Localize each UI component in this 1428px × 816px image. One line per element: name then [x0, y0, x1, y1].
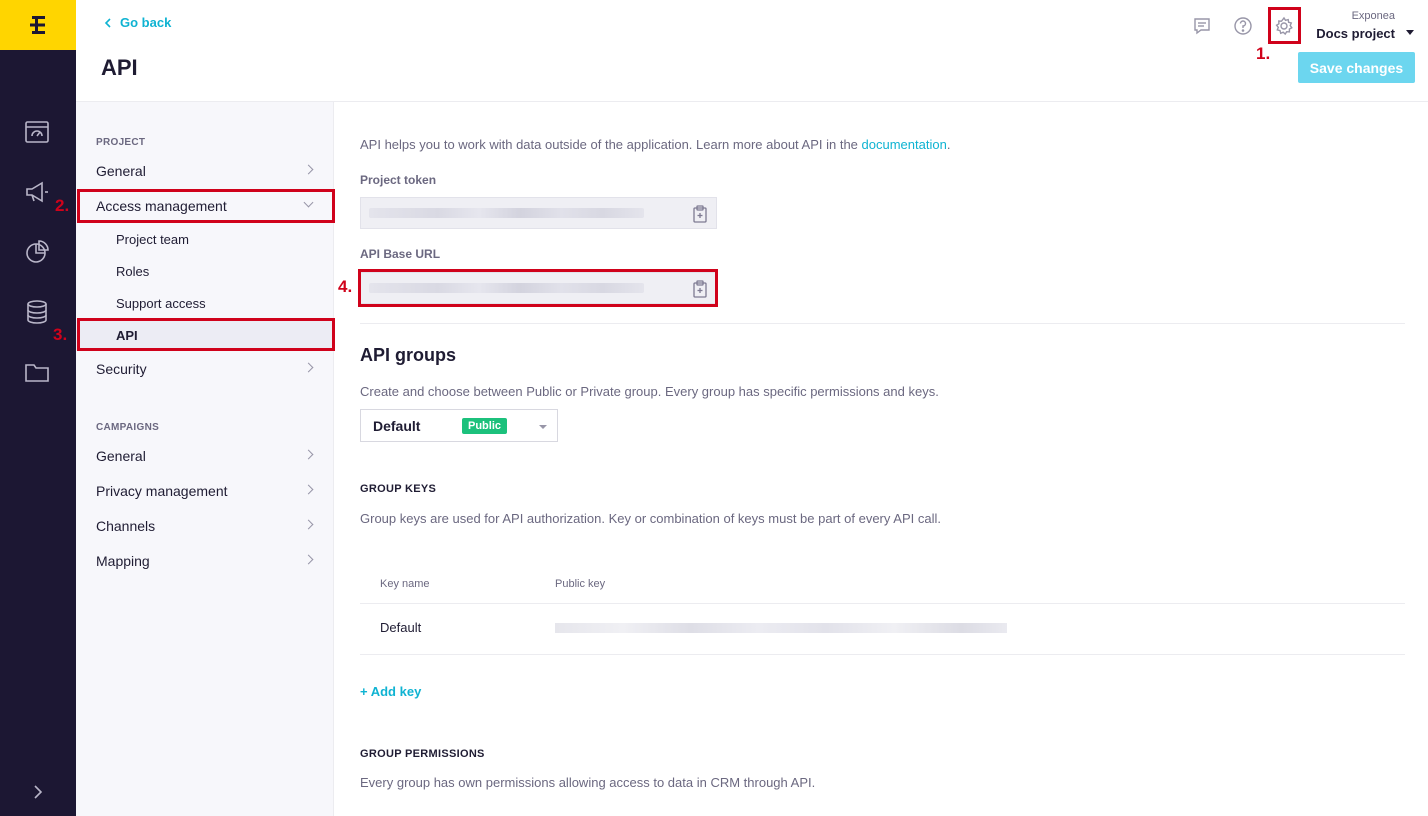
- marker-label-2: 2.: [55, 196, 70, 215]
- go-back-link[interactable]: Go back: [104, 15, 171, 30]
- chevron-right-icon: [303, 519, 314, 530]
- sidebar-item-label: Mapping: [96, 553, 150, 569]
- logo-icon: [30, 16, 45, 34]
- expand-rail-icon[interactable]: [28, 782, 48, 802]
- project-token-field[interactable]: [360, 197, 717, 229]
- sidebar-item-api[interactable]: API: [76, 320, 334, 350]
- col-header-public-key: Public key: [555, 578, 606, 590]
- intro-end: .: [946, 137, 951, 152]
- caret-down-icon[interactable]: [1406, 30, 1414, 35]
- group-keys-desc: Group keys are used for API authorizatio…: [360, 511, 941, 526]
- sidebar-item-mapping[interactable]: Mapping: [76, 544, 334, 578]
- main-content: API helps you to work with data outside …: [335, 102, 1428, 816]
- col-header-key-name: Key name: [380, 578, 430, 590]
- left-rail: [0, 0, 76, 816]
- sidebar-item-label: Security: [96, 361, 147, 377]
- comment-icon[interactable]: [1190, 14, 1214, 38]
- clipboard-icon[interactable]: [692, 280, 708, 298]
- project-switcher[interactable]: Docs project: [1316, 26, 1395, 41]
- chevron-left-icon: [104, 17, 111, 28]
- folder-icon[interactable]: [22, 357, 52, 387]
- chevron-right-icon: [303, 449, 314, 460]
- group-keys-title: GROUP KEYS: [360, 483, 437, 495]
- marker-label-3: 3.: [53, 325, 68, 344]
- api-base-url-value: [369, 283, 644, 293]
- exponea-logo[interactable]: [0, 0, 76, 50]
- megaphone-icon[interactable]: [22, 177, 52, 207]
- api-intro-text: API helps you to work with data outside …: [360, 137, 950, 152]
- caret-down-icon: [539, 425, 547, 429]
- dashboard-icon[interactable]: [22, 117, 52, 147]
- marker-label-1: 1.: [1256, 44, 1271, 63]
- api-groups-desc: Create and choose between Public or Priv…: [360, 384, 939, 399]
- sidebar-item-general[interactable]: General: [76, 154, 334, 188]
- org-name: Exponea: [1351, 10, 1395, 22]
- group-permissions-desc: Every group has own permissions allowing…: [360, 775, 816, 790]
- sidebar-item-campaign-general[interactable]: General: [76, 439, 334, 473]
- go-back-label: Go back: [120, 15, 172, 30]
- project-token-value: [369, 208, 644, 218]
- table-divider: [360, 603, 1405, 604]
- help-icon[interactable]: [1231, 14, 1255, 38]
- chevron-right-icon: [303, 484, 314, 495]
- intro-text: API helps you to work with data outside …: [360, 137, 862, 152]
- page-header: Go back API Exponea Docs project Save ch…: [76, 0, 1428, 102]
- sidebar-item-label: Channels: [96, 518, 156, 534]
- group-select-value: Default: [373, 417, 421, 434]
- sidebar-item-project-team[interactable]: Project team: [76, 224, 334, 254]
- database-icon[interactable]: [22, 297, 52, 327]
- sidebar-item-label: Access management: [96, 198, 227, 214]
- sidebar-item-label: General: [96, 163, 146, 179]
- sidebar-item-channels[interactable]: Channels: [76, 509, 334, 543]
- clipboard-icon[interactable]: [692, 205, 708, 223]
- section-divider: [360, 323, 1405, 324]
- chevron-right-icon: [303, 554, 314, 565]
- marker-label-4: 4.: [338, 277, 353, 296]
- page-title: API: [101, 55, 138, 80]
- add-key-button[interactable]: + Add key: [360, 684, 421, 699]
- group-permissions-title: GROUP PERMISSIONS: [360, 748, 485, 760]
- sidebar-item-privacy-management[interactable]: Privacy management: [76, 474, 334, 508]
- section-label-project: PROJECT: [96, 137, 146, 148]
- settings-sidebar: PROJECT General Access management Projec…: [76, 102, 334, 816]
- api-groups-title: API groups: [360, 345, 457, 365]
- chevron-down-icon: [303, 197, 314, 208]
- project-token-label: Project token: [360, 173, 437, 187]
- sidebar-item-security[interactable]: Security: [76, 352, 334, 386]
- public-badge: Public: [462, 418, 508, 434]
- sidebar-item-label: General: [96, 448, 146, 464]
- pie-chart-icon[interactable]: [22, 237, 52, 267]
- sidebar-item-access-management[interactable]: Access management: [76, 189, 334, 223]
- chevron-right-icon: [303, 164, 314, 175]
- public-key-value: [555, 623, 1007, 633]
- save-changes-button[interactable]: Save changes: [1298, 52, 1415, 83]
- api-group-select[interactable]: Default Public: [360, 409, 558, 442]
- documentation-link[interactable]: documentation: [862, 137, 947, 152]
- api-base-url-field[interactable]: [360, 272, 717, 304]
- api-base-url-label: API Base URL: [360, 247, 441, 261]
- sidebar-item-roles[interactable]: Roles: [76, 256, 334, 286]
- sidebar-item-label: Privacy management: [96, 483, 228, 499]
- table-divider: [360, 654, 1405, 655]
- gear-icon[interactable]: [1272, 14, 1296, 38]
- section-label-campaigns: CAMPAIGNS: [96, 422, 160, 433]
- key-row-name: Default: [380, 620, 422, 635]
- chevron-right-icon: [303, 362, 314, 373]
- sidebar-item-support-access[interactable]: Support access: [76, 288, 334, 318]
